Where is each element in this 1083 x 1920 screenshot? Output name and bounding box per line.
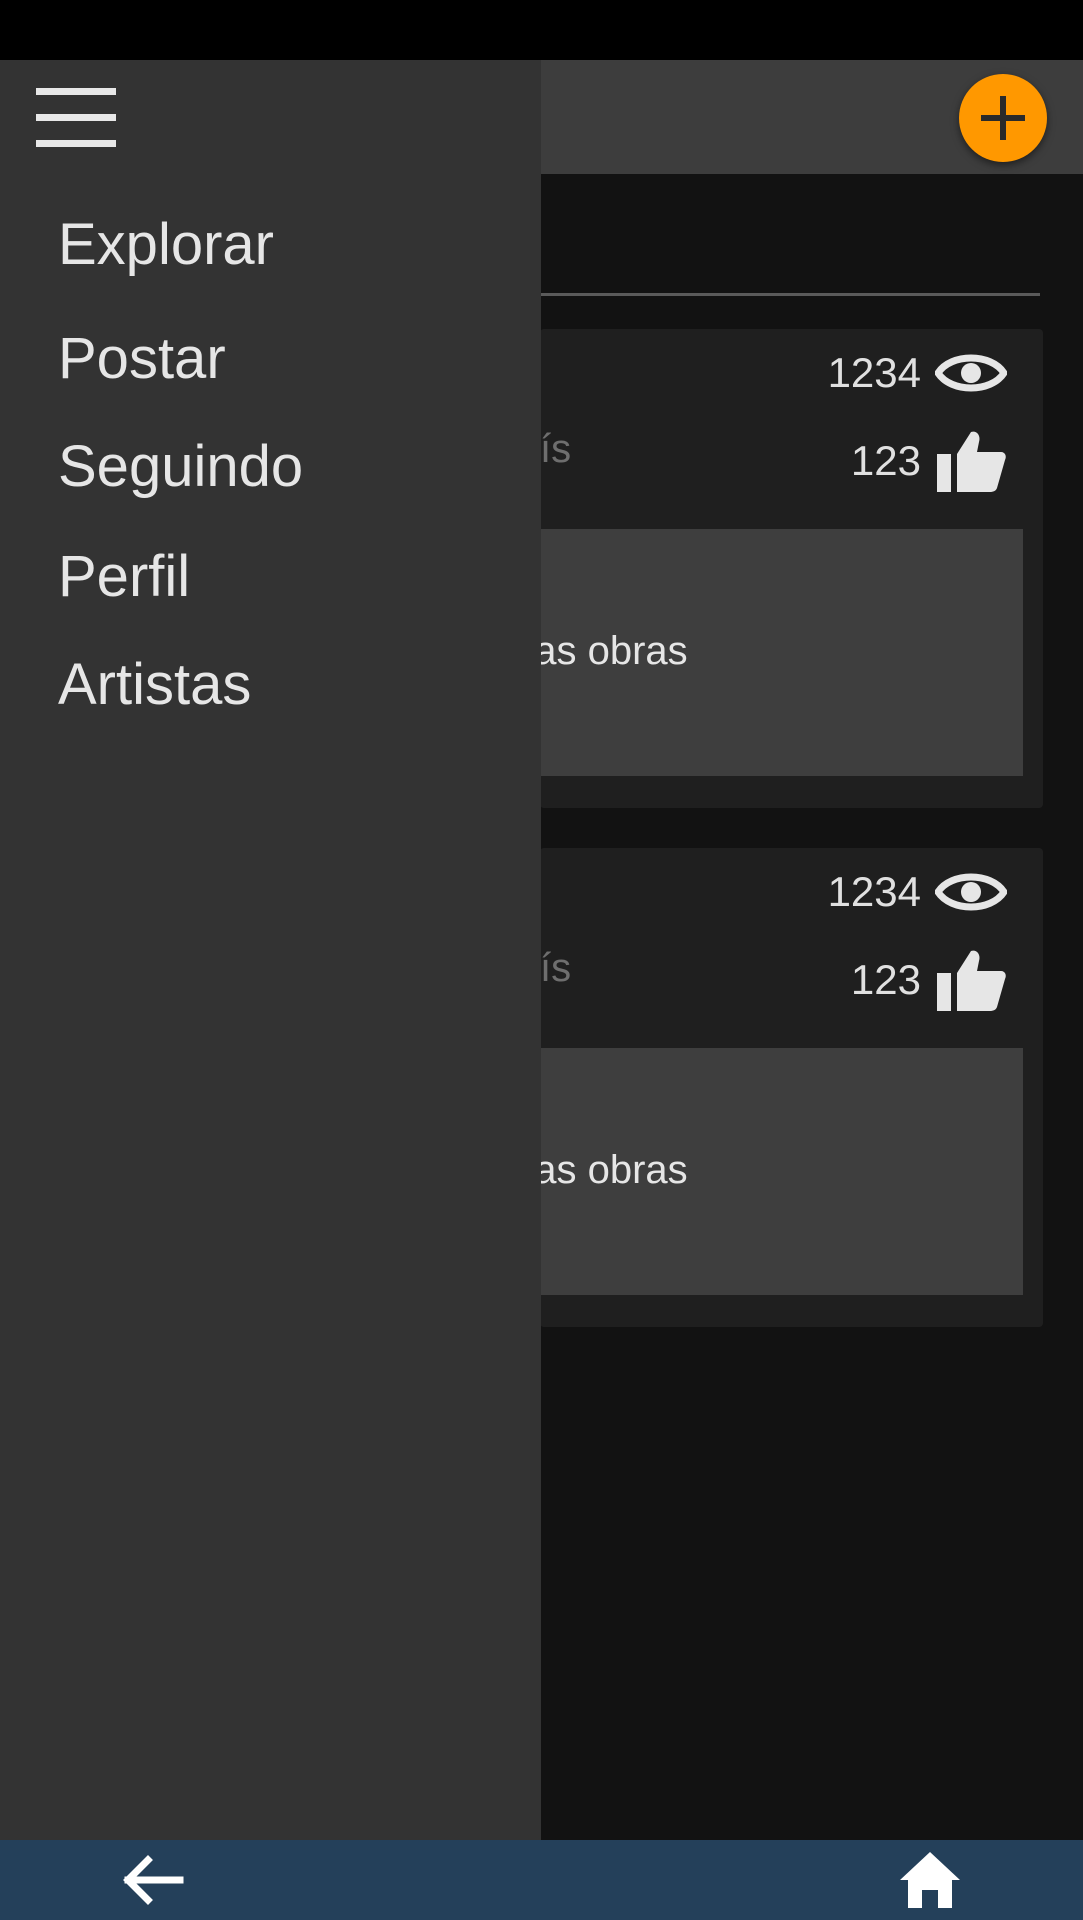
post-card[interactable]: ís 1234 123 das obras	[512, 848, 1043, 1327]
likes-count: 123	[850, 437, 921, 484]
tab-indicator-line	[540, 293, 1040, 296]
card-subtitle: ís	[540, 946, 572, 990]
thumbs-up-icon[interactable]	[935, 428, 1007, 494]
plus-icon	[981, 96, 1025, 140]
card-content[interactable]: das obras	[512, 529, 1023, 776]
drawer-item-explorar[interactable]: Explorar	[58, 210, 274, 280]
add-post-button[interactable]	[959, 74, 1047, 162]
eye-icon	[935, 354, 1007, 392]
back-arrow-icon[interactable]	[120, 1854, 184, 1906]
hamburger-menu-icon[interactable]	[36, 88, 116, 148]
eye-icon	[935, 873, 1007, 911]
drawer-item-postar[interactable]: Postar	[58, 324, 226, 394]
card-content[interactable]: das obras	[512, 1048, 1023, 1295]
home-icon[interactable]	[898, 1850, 962, 1910]
card-body-text: das obras	[512, 1148, 688, 1192]
views-stat: 1234	[828, 862, 1007, 922]
status-bar	[0, 0, 1083, 60]
drawer-item-seguindo[interactable]: Seguindo	[58, 432, 303, 502]
navigation-drawer: Explorar Postar Seguindo Perfil Artistas	[0, 60, 541, 1840]
drawer-item-artistas[interactable]: Artistas	[58, 650, 251, 720]
card-body-text: das obras	[512, 629, 688, 673]
post-card[interactable]: ís 1234 123 das obras	[512, 329, 1043, 808]
views-count: 1234	[827, 868, 921, 915]
views-count: 1234	[827, 349, 921, 396]
likes-count: 123	[850, 956, 921, 1003]
system-nav-bar	[0, 1840, 1083, 1920]
views-stat: 1234	[828, 343, 1007, 403]
card-subtitle: ís	[540, 427, 572, 471]
likes-stat: 123	[850, 428, 1007, 494]
drawer-item-perfil[interactable]: Perfil	[58, 542, 190, 612]
likes-stat: 123	[850, 947, 1007, 1013]
thumbs-up-icon[interactable]	[935, 947, 1007, 1013]
